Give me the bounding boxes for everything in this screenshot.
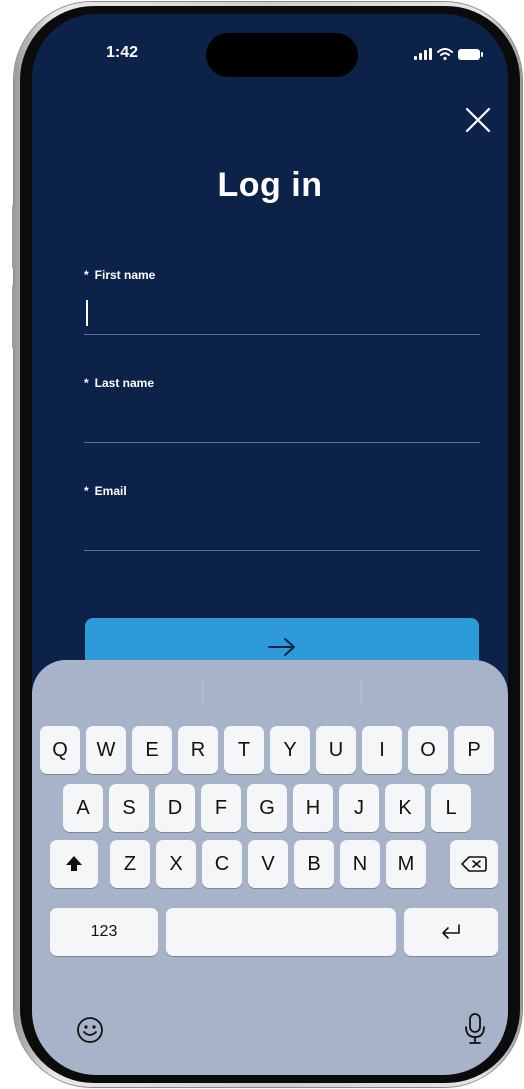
last-name-label-text: Last name	[94, 376, 155, 390]
first-name-input[interactable]	[84, 294, 480, 335]
key-j[interactable]: J	[339, 784, 379, 832]
key-s[interactable]: S	[109, 784, 149, 832]
phone-side-button	[12, 205, 16, 269]
key-z[interactable]: Z	[110, 840, 150, 888]
key-w[interactable]: W	[86, 726, 126, 774]
key-o[interactable]: O	[408, 726, 448, 774]
last-name-input[interactable]	[84, 402, 480, 443]
key-q[interactable]: Q	[40, 726, 80, 774]
key-y[interactable]: Y	[270, 726, 310, 774]
phone-side-button	[12, 285, 16, 349]
keyboard-suggestion-bar	[32, 660, 508, 716]
phone-screen: 1:42 Log in * First name * Last name * E…	[32, 14, 508, 1075]
space-key[interactable]	[166, 908, 396, 956]
return-icon	[442, 924, 460, 939]
microphone-icon	[465, 1013, 485, 1044]
close-button[interactable]	[462, 104, 494, 136]
emoji-button[interactable]	[76, 1016, 104, 1044]
key-n[interactable]: N	[340, 840, 380, 888]
first-name-field: * First name	[84, 268, 480, 335]
backspace-key[interactable]	[450, 840, 498, 888]
key-p[interactable]: P	[454, 726, 494, 774]
key-r[interactable]: R	[178, 726, 218, 774]
key-x[interactable]: X	[156, 840, 196, 888]
numbers-key[interactable]: 123	[50, 908, 158, 956]
key-m[interactable]: M	[386, 840, 426, 888]
backspace-icon	[461, 856, 487, 872]
key-t[interactable]: T	[224, 726, 264, 774]
email-label-text: Email	[94, 484, 127, 498]
keyboard: QWERTYUIOP ASDFGHJKL ZXCVBNM 123	[32, 660, 508, 1075]
key-v[interactable]: V	[248, 840, 288, 888]
email-field: * Email	[84, 484, 480, 551]
key-h[interactable]: H	[293, 784, 333, 832]
required-marker: *	[84, 268, 89, 282]
key-c[interactable]: C	[202, 840, 242, 888]
arrow-right-icon	[268, 638, 295, 656]
microphone-button[interactable]	[464, 1012, 486, 1046]
suggestion-divider	[202, 678, 203, 704]
key-f[interactable]: F	[201, 784, 241, 832]
email-input[interactable]	[84, 510, 480, 551]
key-e[interactable]: E	[132, 726, 172, 774]
suggestion-divider	[361, 678, 362, 704]
wifi-icon	[437, 48, 453, 60]
dynamic-island	[206, 33, 358, 77]
key-k[interactable]: K	[385, 784, 425, 832]
key-i[interactable]: I	[362, 726, 402, 774]
key-g[interactable]: G	[247, 784, 287, 832]
key-b[interactable]: B	[294, 840, 334, 888]
return-key[interactable]	[404, 908, 498, 956]
shift-key[interactable]	[50, 840, 98, 888]
key-l[interactable]: L	[431, 784, 471, 832]
first-name-label: * First name	[84, 268, 480, 286]
emoji-icon	[77, 1017, 103, 1043]
key-a[interactable]: A	[63, 784, 103, 832]
close-icon	[465, 107, 491, 133]
status-icons	[414, 48, 483, 60]
status-bar: 1:42	[32, 14, 508, 77]
required-marker: *	[84, 484, 89, 498]
status-time: 1:42	[106, 44, 139, 61]
last-name-label: * Last name	[84, 376, 480, 394]
last-name-field: * Last name	[84, 376, 480, 443]
key-d[interactable]: D	[155, 784, 195, 832]
text-cursor	[86, 300, 88, 326]
signal-icon	[414, 48, 432, 60]
first-name-label-text: First name	[94, 268, 156, 282]
battery-icon	[458, 49, 483, 60]
shift-icon	[66, 856, 82, 871]
email-label: * Email	[84, 484, 480, 502]
key-u[interactable]: U	[316, 726, 356, 774]
page-title: Log in	[217, 166, 323, 204]
required-marker: *	[84, 376, 89, 390]
